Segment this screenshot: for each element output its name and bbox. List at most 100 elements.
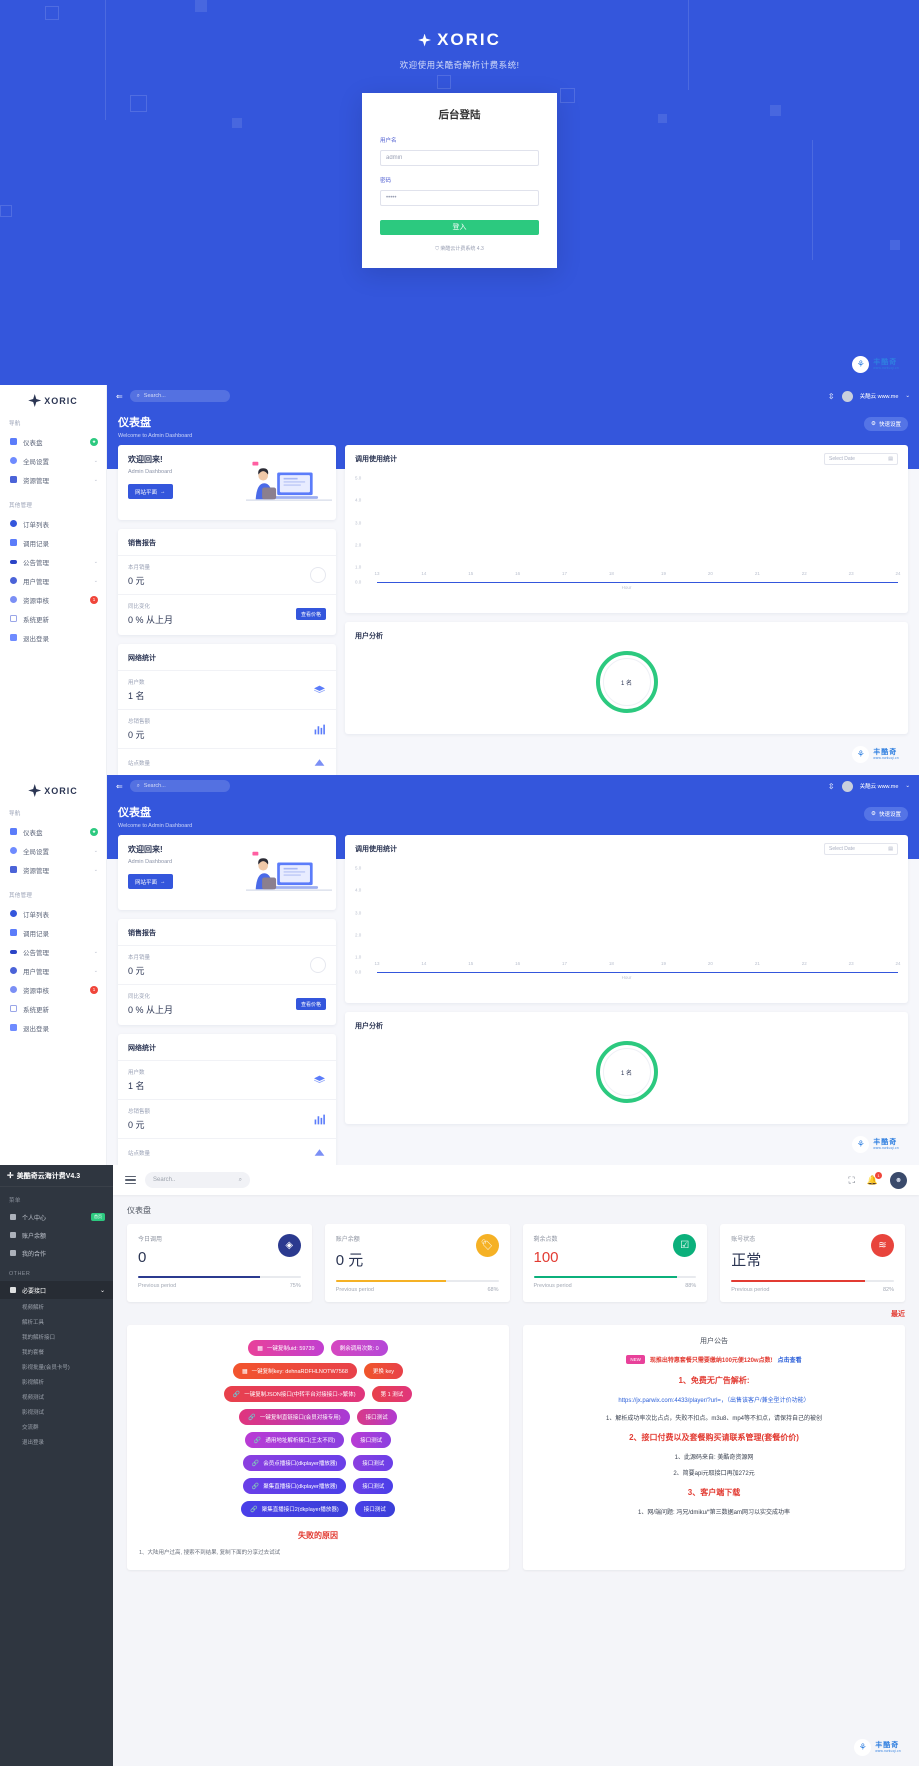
- sidebar-item-user-management[interactable]: 用户管理 ⌄: [0, 571, 106, 590]
- view-price-button[interactable]: 查看价格: [296, 998, 326, 1010]
- sidebar-subitem-chat-group[interactable]: 交流群: [0, 1419, 113, 1434]
- api-test-button[interactable]: 接口测试: [355, 1501, 395, 1517]
- remaining-calls-button[interactable]: 剩余调用次数: 0: [331, 1340, 388, 1356]
- api-test-button[interactable]: 接口测试: [353, 1455, 393, 1471]
- sidebar-item-label: 资源管理: [23, 475, 88, 485]
- sidebar-item-required-api[interactable]: 必要接口 ⌄: [0, 1281, 113, 1299]
- avatar[interactable]: [842, 391, 853, 402]
- sidebar-item-system-update[interactable]: 系统更新: [0, 999, 106, 1018]
- live-api-2-button[interactable]: 🔗 聚集直播接口2(dkplayer播放器): [241, 1501, 348, 1517]
- menu-icon[interactable]: [125, 1176, 136, 1185]
- sidebar-item-system-update[interactable]: 系统更新: [0, 609, 106, 628]
- notification-badge: 1: [875, 1172, 882, 1179]
- sidebar-item-label: 我的合作: [22, 1249, 105, 1258]
- filter-icon[interactable]: ⇳: [828, 392, 835, 401]
- sidebar-item-order-list[interactable]: 订单列表: [0, 904, 106, 923]
- stat-foot-label: Previous period: [534, 1283, 572, 1289]
- change-key-button[interactable]: 更换 key: [364, 1363, 403, 1379]
- view-price-button[interactable]: 查看价格: [296, 608, 326, 620]
- sidebar-item-global-settings[interactable]: 全局设置 ⌄: [0, 451, 106, 470]
- back-arrow-icon[interactable]: ⇐: [116, 782, 123, 791]
- welcome-action-button[interactable]: 网站平面 →: [128, 484, 173, 499]
- api-test-button[interactable]: 接口测试: [351, 1432, 391, 1448]
- quick-settings-button[interactable]: ⚙ 快速设置: [864, 807, 908, 821]
- live-api-button[interactable]: 🔗 聚集直播接口(dkplayer播放器): [243, 1478, 346, 1494]
- sidebar-item-account-balance[interactable]: 账户余额: [0, 1226, 113, 1244]
- universal-parse-api-button[interactable]: 🔗 通用地址解析接口(王太不同): [245, 1432, 344, 1448]
- back-arrow-icon[interactable]: ⇐: [116, 392, 123, 401]
- login-submit-button[interactable]: 登入: [380, 220, 539, 235]
- grid-icon: [10, 476, 17, 483]
- sidebar-item-announcements[interactable]: 公告管理 ⌄: [0, 942, 106, 961]
- search-box[interactable]: ⌕ Search...: [130, 390, 230, 402]
- copy-json-api-button[interactable]: 🔗 一键复制JSON接口(中转平台对接接口->繁体): [224, 1386, 365, 1402]
- copy-direct-api-button[interactable]: 🔗 一键复制直链接口(会员对接专用): [239, 1409, 349, 1425]
- api-test-button[interactable]: 接口测试: [353, 1478, 393, 1494]
- user-menu-label[interactable]: 关酷云 www.me: [860, 782, 899, 790]
- sidebar-item-logout[interactable]: 退出登录: [0, 628, 106, 647]
- sidebar-item-my-cooperation[interactable]: 我的合作: [0, 1244, 113, 1262]
- chevron-down-icon[interactable]: ⌄: [905, 783, 910, 789]
- date-placeholder: Select Date: [829, 456, 855, 462]
- date-select[interactable]: Select Date ▤: [824, 453, 898, 465]
- failure-reason-line: 1、大陆用户过高, 搜索不到结果, 复制下面的分享过去试试: [139, 1548, 497, 1556]
- member-vod-api-button[interactable]: 🔗 会员点播接口(dkplayer播放器): [243, 1455, 346, 1471]
- sidebar-item-personal-center[interactable]: 个人中心 首页: [0, 1208, 113, 1226]
- test-1-button[interactable]: 第 1 测试: [372, 1386, 413, 1402]
- sidebar-subitem-movie-test[interactable]: 影视测试: [0, 1404, 113, 1419]
- sidebar-item-resource-audit[interactable]: 资源审核 1: [0, 980, 106, 999]
- sidebar-subitem-batch-card[interactable]: 影视批量(会员卡号): [0, 1359, 113, 1374]
- sidebar-subitem-my-package[interactable]: 我的套餐: [0, 1344, 113, 1359]
- x-axis-tick: 19: [661, 571, 666, 576]
- username-input[interactable]: [380, 150, 539, 166]
- sidebar-item-call-records[interactable]: 调用记录: [0, 923, 106, 942]
- sales-report-title: 销售报告: [118, 919, 336, 945]
- donut-center-label: 1 名: [603, 1048, 651, 1096]
- password-field-group: 密码: [380, 176, 539, 206]
- avatar[interactable]: [842, 781, 853, 792]
- sidebar-subitem-movie-parse[interactable]: 影视解析: [0, 1374, 113, 1389]
- y-axis-tick: 0.0: [355, 969, 361, 974]
- password-input[interactable]: [380, 190, 539, 206]
- tool-button-row: 🔗 聚集直播接口2(dkplayer播放器) 接口测试: [241, 1501, 395, 1517]
- sidebar-subitem-video-test[interactable]: 视频测试: [0, 1389, 113, 1404]
- chevron-down-icon[interactable]: ⌄: [905, 393, 910, 399]
- announcement-promo-link[interactable]: 点击查看: [778, 1355, 802, 1364]
- welcome-action-button[interactable]: 网站平面 →: [128, 874, 173, 889]
- sidebar-item-label: 公告管理: [23, 947, 88, 957]
- sidebar-item-global-settings[interactable]: 全局设置 ⌄: [0, 841, 106, 860]
- sidebar-item-call-records[interactable]: 调用记录: [0, 533, 106, 552]
- sidebar-item-resource-management[interactable]: 资源管理 ⌄: [0, 470, 106, 489]
- search-box[interactable]: Search.. ⌕: [145, 1172, 250, 1188]
- announcement-heading-3: 3、客户端下载: [535, 1487, 893, 1498]
- sidebar-subitem-parse-tools[interactable]: 解析工具: [0, 1314, 113, 1329]
- sidebar-item-resource-audit[interactable]: 资源审核 1: [0, 590, 106, 609]
- copy-key-button[interactable]: ▦ 一键复制key: dehnaRDFHLNOTW7568: [233, 1363, 357, 1379]
- sidebar-item-dashboard[interactable]: 仪表盘 ★: [0, 432, 106, 451]
- search-box[interactable]: ⌕ Search...: [130, 780, 230, 792]
- user-menu-label[interactable]: 关酷云 www.me: [860, 392, 899, 400]
- bell-icon[interactable]: 🔔1: [867, 1175, 878, 1186]
- sidebar-subitem-logout[interactable]: 退出登录: [0, 1434, 113, 1449]
- login-footer-text: 荣酷云计费系统 4.3: [440, 246, 483, 252]
- quick-settings-button[interactable]: ⚙ 快速设置: [864, 417, 908, 431]
- sidebar-item-user-management[interactable]: 用户管理 ⌄: [0, 961, 106, 980]
- sidebar-item-announcements[interactable]: 公告管理 ⌄: [0, 552, 106, 571]
- sidebar-item-resource-management[interactable]: 资源管理 ⌄: [0, 860, 106, 879]
- fullscreen-icon[interactable]: ⛶: [848, 1175, 854, 1186]
- quick-settings-label: 快速设置: [879, 420, 901, 428]
- date-select[interactable]: Select Date ▤: [824, 843, 898, 855]
- x-axis-tick: 19: [661, 961, 666, 966]
- sidebar-subitem-video-parse[interactable]: 视频解析: [0, 1299, 113, 1314]
- copy-uid-button[interactable]: ▦ 一键复制uid: 59739: [248, 1340, 323, 1356]
- sidebar-item-order-list[interactable]: 订单列表: [0, 514, 106, 533]
- filter-icon[interactable]: ⇳: [828, 782, 835, 791]
- sidebar-item-logout[interactable]: 退出登录: [0, 1018, 106, 1037]
- sidebar-item-dashboard[interactable]: 仪表盘 ★: [0, 822, 106, 841]
- tool-button-label: 接口测试: [360, 1436, 382, 1444]
- x-axis-tick: 21: [755, 571, 760, 576]
- sidebar-subitem-my-api[interactable]: 我的解析接口: [0, 1329, 113, 1344]
- api-test-button[interactable]: 接口测试: [357, 1409, 397, 1425]
- avatar[interactable]: ☻: [890, 1172, 907, 1189]
- announcement-api-link[interactable]: https://jx.parwix.com:4433/player/?url=，…: [535, 1395, 893, 1404]
